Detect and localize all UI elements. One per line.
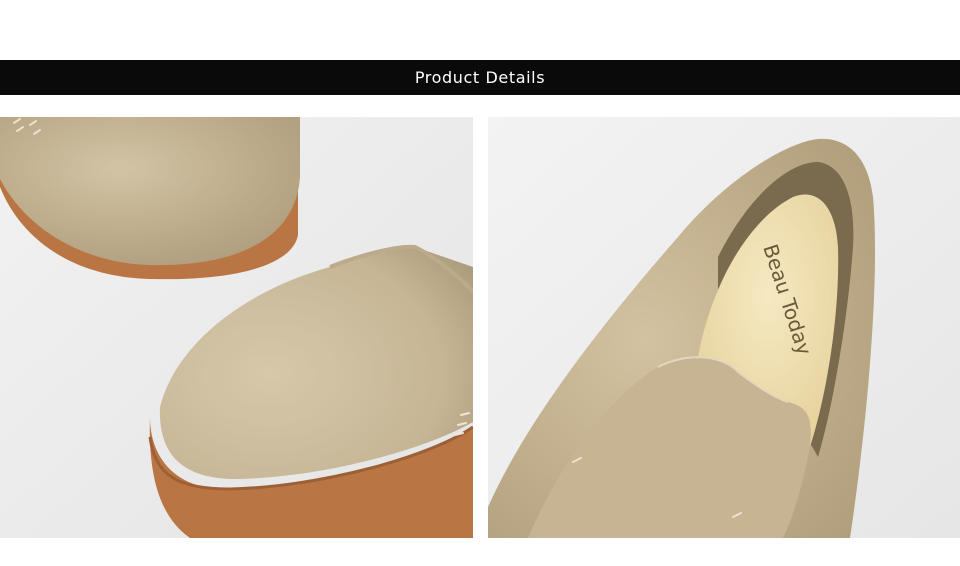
section-title: Product Details [414,68,546,87]
product-photo-toe [0,117,473,538]
product-photo-insole: Beau Today [488,117,960,538]
section-header-banner: Product Details [0,60,960,95]
